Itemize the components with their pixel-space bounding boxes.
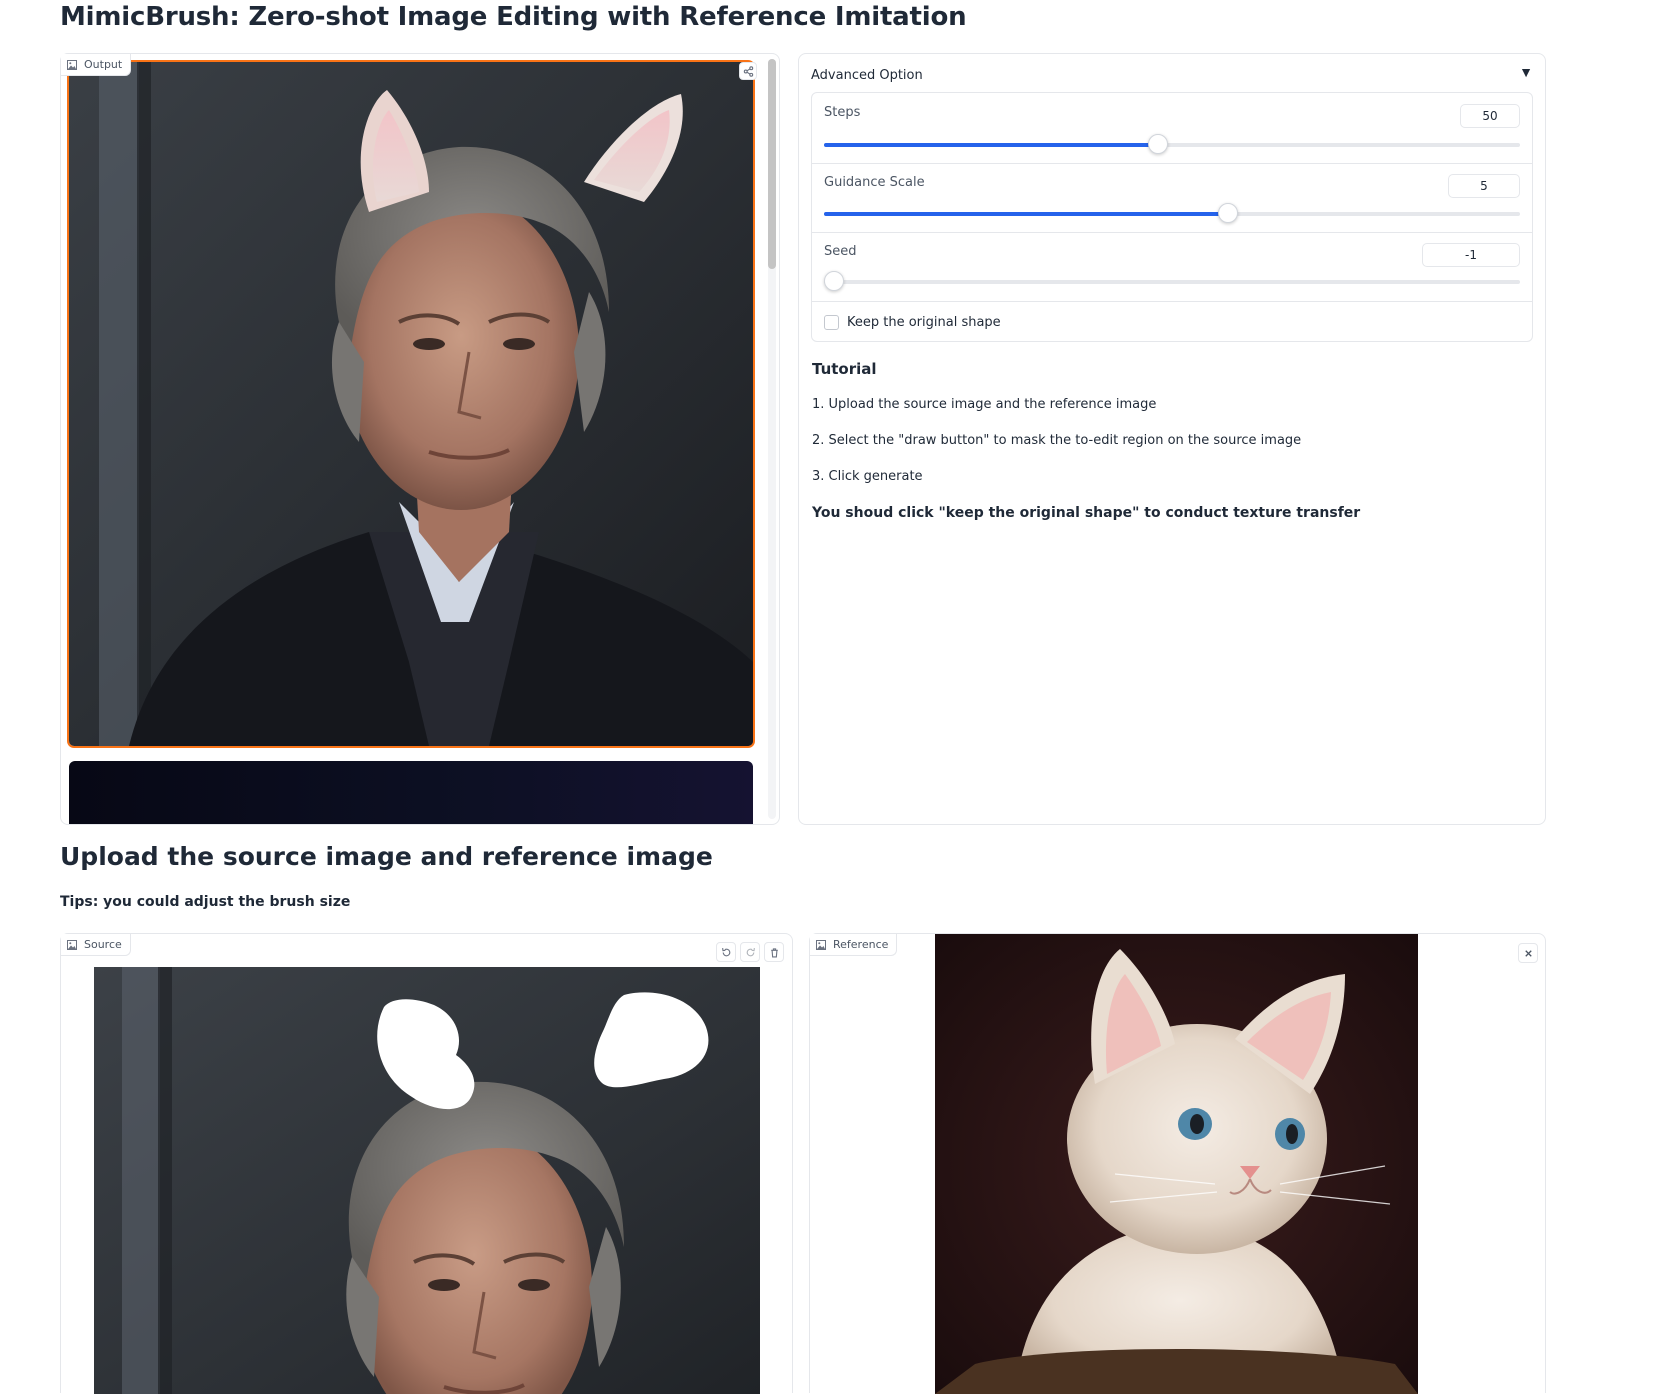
steps-number-input[interactable]: 50 bbox=[1460, 104, 1520, 128]
brush-tips: Tips: you could adjust the brush size bbox=[60, 894, 351, 910]
output-image[interactable] bbox=[67, 60, 755, 748]
output-photo-man-with-cat-ears bbox=[69, 62, 753, 746]
advanced-option-header[interactable]: Advanced Option ▼ bbox=[811, 64, 1533, 86]
output-scrollbar-thumb[interactable] bbox=[768, 59, 776, 269]
steps-row: Steps 50 bbox=[812, 93, 1532, 164]
tutorial-step-2: 2. Select the "draw button" to mask the … bbox=[812, 433, 1302, 448]
output-scrollbar[interactable] bbox=[768, 59, 776, 819]
reference-label: Reference bbox=[833, 938, 889, 951]
undo-button[interactable] bbox=[716, 942, 736, 962]
reference-image[interactable] bbox=[935, 934, 1418, 1394]
share-button[interactable] bbox=[739, 62, 757, 80]
guidance-scale-slider-handle[interactable] bbox=[1217, 203, 1238, 223]
seed-slider[interactable] bbox=[824, 271, 1520, 291]
remove-reference-button[interactable] bbox=[1518, 943, 1538, 963]
steps-slider[interactable] bbox=[824, 134, 1520, 154]
guidance-scale-slider-fill bbox=[824, 212, 1228, 216]
advanced-option-title: Advanced Option bbox=[811, 68, 923, 83]
keep-shape-label: Keep the original shape bbox=[847, 314, 1001, 330]
reference-label-tag: Reference bbox=[810, 934, 898, 956]
guidance-row: Guidance Scale 5 bbox=[812, 163, 1532, 233]
tutorial-step-3: 3. Click generate bbox=[812, 469, 923, 484]
steps-label: Steps bbox=[824, 105, 861, 120]
upload-section-heading: Upload the source image and reference im… bbox=[60, 842, 713, 871]
seed-slider-handle[interactable] bbox=[824, 271, 844, 291]
source-label-tag: Source bbox=[61, 934, 131, 956]
image-icon bbox=[67, 59, 77, 70]
tutorial-heading: Tutorial bbox=[812, 360, 877, 378]
keep-shape-checkbox[interactable] bbox=[824, 314, 839, 330]
output-gallery-thumbnail[interactable] bbox=[69, 761, 753, 824]
clear-button[interactable] bbox=[764, 942, 784, 962]
output-label: Output bbox=[84, 58, 123, 71]
trash-icon bbox=[770, 947, 778, 957]
page-title: MimicBrush: Zero-shot Image Editing with… bbox=[60, 2, 967, 32]
steps-slider-handle[interactable] bbox=[1148, 134, 1169, 154]
guidance-scale-number-input[interactable]: 5 bbox=[1448, 174, 1520, 198]
source-image-canvas[interactable] bbox=[94, 967, 760, 1394]
seed-row: Seed -1 bbox=[812, 232, 1532, 302]
output-panel: Output bbox=[60, 53, 780, 825]
image-icon bbox=[67, 939, 77, 950]
seed-number-input[interactable]: -1 bbox=[1422, 243, 1520, 267]
reference-photo-kitten bbox=[935, 934, 1418, 1394]
guidance-scale-label: Guidance Scale bbox=[824, 175, 925, 190]
tutorial-step-1: 1. Upload the source image and the refer… bbox=[812, 397, 1157, 412]
source-label: Source bbox=[84, 938, 122, 951]
guidance-scale-slider[interactable] bbox=[824, 203, 1520, 223]
collapse-toggle-icon[interactable]: ▼ bbox=[1519, 64, 1533, 80]
reference-panel: Reference bbox=[809, 933, 1546, 1394]
options-box: Steps 50 Guidance Scale 5 Seed -1 Keep t… bbox=[811, 92, 1533, 342]
redo-button[interactable] bbox=[740, 942, 760, 962]
source-panel: Source bbox=[60, 933, 793, 1394]
close-icon bbox=[1524, 949, 1532, 957]
tutorial-note: You shoud click "keep the original shape… bbox=[812, 505, 1361, 521]
seed-label: Seed bbox=[824, 244, 857, 259]
image-icon bbox=[816, 939, 826, 950]
keep-shape-row[interactable]: Keep the original shape bbox=[824, 312, 1001, 332]
share-icon bbox=[743, 65, 753, 77]
source-photo-with-mask bbox=[94, 967, 760, 1394]
output-label-tag: Output bbox=[61, 54, 132, 76]
steps-slider-fill bbox=[824, 143, 1159, 147]
redo-icon bbox=[746, 947, 755, 956]
undo-icon bbox=[721, 947, 730, 956]
